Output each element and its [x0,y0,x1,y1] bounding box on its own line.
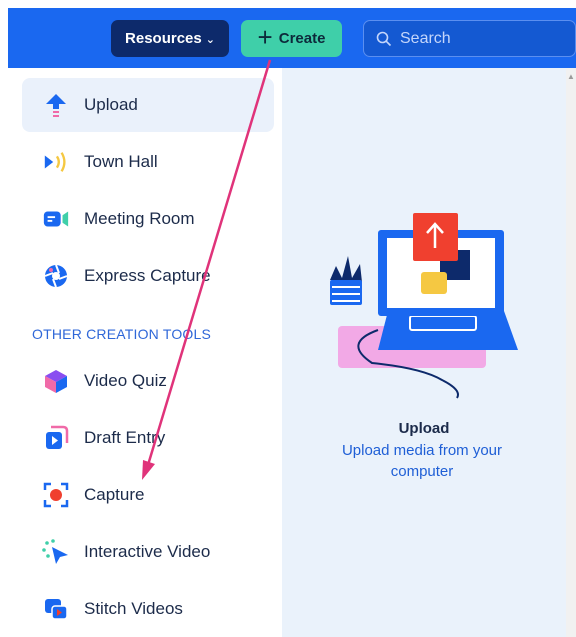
menu-item-stitch-videos[interactable]: Stitch Videos [22,582,274,636]
menu-item-label: Video Quiz [84,371,167,390]
preview-pane [282,68,566,637]
plus-icon: + [257,22,273,52]
menu-item-label: Upload [84,95,138,114]
scrollbar[interactable]: ▲ [566,68,576,637]
menu-item-meeting-room[interactable]: Meeting Room [22,192,274,246]
meeting-room-icon [42,205,70,233]
section-label-other-tools: OTHER CREATION TOOLS [32,326,212,342]
menu-item-express-capture[interactable]: Express Capture [22,249,274,303]
resources-button[interactable]: Resources ⌄ [111,20,229,57]
resources-label: Resources [125,30,202,47]
menu-item-video-quiz[interactable]: Video Quiz [22,354,274,408]
menu-item-label: Express Capture [84,266,211,285]
upload-illustration [330,213,518,399]
search-input[interactable]: Search [363,20,576,57]
scroll-up-icon[interactable]: ▲ [566,72,576,81]
menu-item-town-hall[interactable]: Town Hall [22,135,274,189]
menu-item-interactive-video[interactable]: Interactive Video [22,525,274,579]
create-label: Create [278,30,326,47]
menu-item-label: Capture [84,485,145,504]
menu-item-label: Town Hall [84,152,158,171]
create-menu: Upload Town Hall Meeting Room Express Ca… [8,68,282,637]
upload-icon [42,91,70,119]
search-icon [376,31,392,46]
menu-item-draft-entry[interactable]: Draft Entry [22,411,274,465]
chevron-down-icon: ⌄ [205,34,215,46]
draft-entry-icon [42,424,70,452]
video-quiz-icon [42,367,70,395]
express-capture-icon [42,262,70,290]
capture-icon [42,481,70,509]
create-button[interactable]: + Create [241,20,342,57]
menu-item-label: Draft Entry [84,428,166,447]
menu-item-upload[interactable]: Upload [22,78,274,132]
menu-item-label: Interactive Video [84,542,211,561]
preview-title: Upload [398,420,450,437]
interactive-video-icon [42,538,70,566]
menu-item-label: Meeting Room [84,209,195,228]
top-bar: Resources ⌄ + Create Search [8,8,576,68]
menu-item-label: Stitch Videos [84,599,183,618]
stitch-videos-icon [42,595,70,623]
preview-description: Upload media from your computer [341,442,503,480]
menu-item-capture[interactable]: Capture [22,468,274,522]
search-placeholder: Search [400,29,451,47]
town-hall-icon [42,148,70,176]
